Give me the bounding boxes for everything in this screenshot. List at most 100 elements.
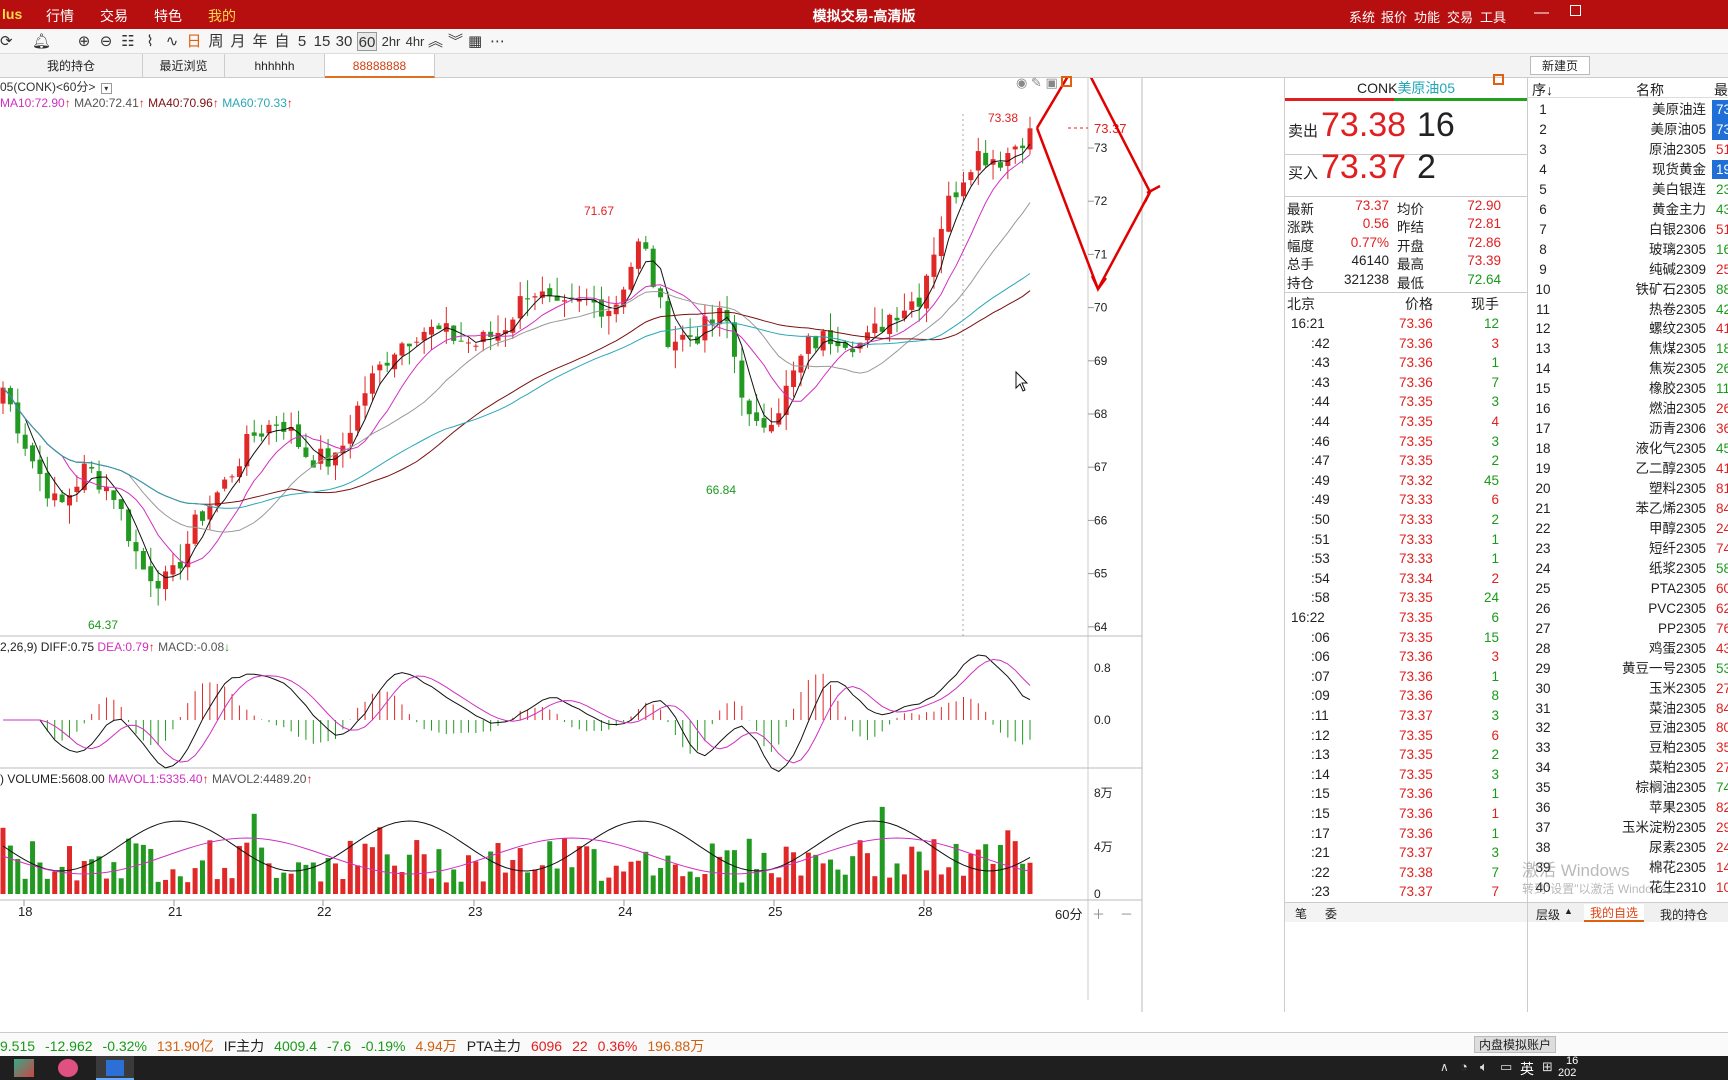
watchlist-row[interactable]: 14 焦炭2305 2672 (1528, 359, 1728, 379)
line-chart-icon[interactable]: ⌇ (142, 32, 158, 51)
kline-chart-panel[interactable]: 73 72 71 70 69 68 67 66 65 64 18 21 22 23 24 25 28 0.8 0.0… (0, 45, 1285, 1012)
col-name[interactable]: 名称 (1636, 80, 1664, 100)
menu-trade-right[interactable]: 交易 (1447, 7, 1473, 26)
cursor-icon[interactable]: ⟳ (0, 32, 13, 51)
period-2hr[interactable]: 2hr (380, 32, 402, 51)
period-60[interactable]: 60 (357, 32, 377, 51)
col-seq[interactable]: 序↓ (1532, 80, 1553, 100)
minimize-icon[interactable]: — (1534, 4, 1549, 21)
watchlist-rows[interactable]: 1 美原油连 73. 2 美原油05 73. 3 原油2305 519 4 现货黄金 1954.9 5 美… (1528, 100, 1728, 900)
watchlist-row[interactable]: 12 螺纹2305 413 (1528, 319, 1728, 339)
watchlist-row[interactable]: 10 铁矿石2305 882 (1528, 280, 1728, 300)
app-icon-2[interactable] (58, 1059, 78, 1077)
watchlist-row[interactable]: 19 乙二醇2305 414 (1528, 459, 1728, 479)
watchlist-row[interactable]: 25 PTA2305 605 (1528, 579, 1728, 599)
indicator-icon[interactable]: ∿ (164, 32, 180, 51)
tab-my-positions[interactable]: 我的持仓 (0, 54, 143, 78)
clock-time[interactable]: 16 (1566, 1055, 1578, 1067)
period-30[interactable]: 30 (335, 32, 353, 51)
clock-date[interactable]: 202 (1558, 1067, 1576, 1079)
dropdown-icon[interactable]: ▾ (100, 83, 112, 94)
collapse-up-icon[interactable]: ︽ (428, 32, 443, 51)
watchlist-row[interactable]: 31 菜油2305 848 (1528, 699, 1728, 719)
menu-function[interactable]: 功能 (1414, 7, 1440, 26)
watchlist-row[interactable]: 20 塑料2305 816 (1528, 479, 1728, 499)
window-icon[interactable]: ▣ (1046, 75, 1058, 90)
battery-icon[interactable]: ▭ (1500, 1059, 1512, 1075)
watchlist-row[interactable]: 26 PVC2305 624 (1528, 599, 1728, 619)
col-last[interactable]: 最 (1714, 80, 1728, 100)
volume-icon[interactable]: 🔈︎ (1480, 1059, 1488, 1075)
app-icon-1[interactable] (14, 1059, 34, 1077)
watchlist-row[interactable]: 34 菜粕2305 279 (1528, 758, 1728, 778)
watchlist-row[interactable]: 24 纸浆2305 586 (1528, 559, 1728, 579)
period-15[interactable]: 15 (313, 32, 331, 51)
bell-icon[interactable]: 🔔︎ (32, 32, 51, 51)
kline-chart[interactable]: 73 72 71 70 69 68 67 66 65 64 18 21 22 23 24 25 28 0.8 0.0… (0, 45, 1285, 1012)
period-day[interactable]: 日 (186, 32, 202, 51)
watchlist-row[interactable]: 8 玻璃2305 167 (1528, 240, 1728, 260)
orange-square-icon[interactable] (1061, 76, 1073, 87)
zoom-plus-button[interactable]: ＋ (1092, 904, 1105, 923)
ime-grid-icon[interactable]: ⊞ (1542, 1059, 1553, 1075)
menu-tools[interactable]: 工具 (1480, 7, 1506, 26)
watchlist-row[interactable]: 32 豆油2305 806 (1528, 718, 1728, 738)
watchlist-row[interactable]: 35 棕榈油2305 749 (1528, 778, 1728, 798)
watchlist-row[interactable]: 1 美原油连 73. (1528, 100, 1728, 120)
watchlist-row[interactable]: 36 苹果2305 826 (1528, 798, 1728, 818)
grid-icon[interactable]: ☷ (120, 32, 136, 51)
more-icon[interactable]: ⋯ (490, 32, 505, 51)
tab-88888888[interactable]: 88888888 (325, 54, 435, 78)
watchlist-row[interactable]: 2 美原油05 73. (1528, 119, 1728, 140)
watchlist-row[interactable]: 3 原油2305 519 (1528, 140, 1728, 160)
period-week[interactable]: 周 (208, 32, 224, 51)
watchlist-row[interactable]: 7 白银2306 518 (1528, 220, 1728, 240)
tab-my-holdings[interactable]: 我的持仓 (1660, 906, 1708, 923)
eye-icon[interactable]: ◉ (1016, 75, 1027, 90)
watchlist-row[interactable]: 33 豆粕2305 353 (1528, 738, 1728, 758)
period-5[interactable]: 5 (296, 32, 308, 51)
zoom-out-icon[interactable]: ⊖ (98, 32, 114, 51)
watchlist-row[interactable]: 28 鸡蛋2305 43 (1528, 639, 1728, 659)
new-page-button[interactable]: 新建页 (1530, 56, 1590, 75)
watchlist-row[interactable]: 11 热卷2305 425 (1528, 300, 1728, 320)
tab-ticks[interactable]: 笔 (1295, 905, 1307, 922)
period-year[interactable]: 年 (252, 32, 268, 51)
layout-icon[interactable]: ▦ (468, 32, 482, 51)
menu-quote[interactable]: 报价 (1381, 7, 1407, 26)
watchlist-row[interactable]: 15 橡胶2305 1193 (1528, 379, 1728, 399)
watchlist-row[interactable]: 17 沥青2306 363 (1528, 419, 1728, 439)
watchlist-row[interactable]: 38 尿素2305 243 (1528, 838, 1728, 858)
watchlist-row[interactable]: 9 纯碱2309 256 (1528, 260, 1728, 280)
watchlist-row[interactable]: 18 液化气2305 451 (1528, 439, 1728, 459)
quote-close-icon[interactable] (1493, 74, 1504, 85)
zoom-in-icon[interactable]: ⊕ (76, 32, 92, 51)
tab-hhhhhh[interactable]: hhhhhh (225, 54, 325, 78)
watchlist-row[interactable]: 37 玉米淀粉2305 295 (1528, 818, 1728, 838)
tray-chevron-icon[interactable]: ∧ (1440, 1060, 1449, 1074)
watchlist-row[interactable]: 5 美白银连 2311 (1528, 180, 1728, 200)
watchlist-row[interactable]: 27 PP2305 763 (1528, 619, 1728, 639)
buy-row[interactable]: 买入 73.37 2 (1285, 148, 1527, 196)
wifi-icon[interactable]: ◔ (1460, 1059, 1468, 1074)
watchlist-row[interactable]: 30 玉米2305 275 (1528, 679, 1728, 699)
period-month[interactable]: 月 (230, 32, 246, 51)
collapse-down-icon[interactable]: ︾ (448, 32, 463, 51)
ime-indicator[interactable]: 英 (1520, 1059, 1534, 1079)
watchlist-row[interactable]: 4 现货黄金 1954.9 (1528, 159, 1728, 180)
watchlist-row[interactable]: 13 焦煤2305 1817 (1528, 339, 1728, 359)
tab-level[interactable]: 层级 (1536, 906, 1560, 923)
sell-row[interactable]: 卖出 73.38 16 (1285, 106, 1527, 154)
tab-recent[interactable]: 最近浏览 (143, 54, 225, 78)
period-4hr[interactable]: 4hr (404, 32, 426, 51)
period-custom[interactable]: 自 (274, 32, 290, 51)
menu-system[interactable]: 系统 (1349, 7, 1375, 26)
trades-list[interactable]: 16:21 73.36 12:42 73.36 3:43 73.36 1:43 73.36 7:… (1285, 314, 1527, 902)
tab-my-favorites[interactable]: 我的自选 (1584, 904, 1645, 922)
tab-orders[interactable]: 委 (1325, 905, 1337, 922)
watchlist-row[interactable]: 21 苯乙烯2305 846 (1528, 499, 1728, 519)
watchlist-row[interactable]: 29 黄豆一号2305 535 (1528, 659, 1728, 679)
watchlist-row[interactable]: 22 甲醇2305 247 (1528, 519, 1728, 539)
zoom-minus-button[interactable]: － (1120, 904, 1133, 923)
edit-icon[interactable]: ✎ (1031, 75, 1042, 90)
